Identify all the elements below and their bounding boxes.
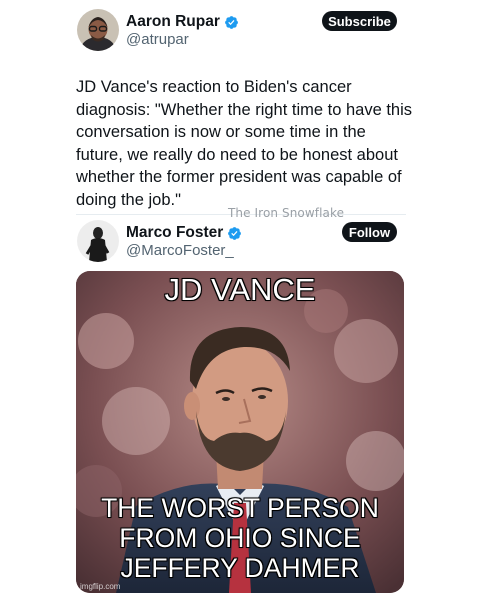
avatar-aaron-image [77, 9, 119, 51]
display-name[interactable]: Marco Foster [126, 224, 223, 242]
handle[interactable]: @atrupar [126, 31, 189, 48]
subscribe-button[interactable]: Subscribe [322, 11, 397, 31]
avatar[interactable] [77, 220, 119, 262]
watermark: The Iron Snowflake [228, 206, 345, 220]
follow-button[interactable]: Follow [342, 222, 397, 242]
avatar[interactable] [77, 9, 119, 51]
tweet-text: JD Vance's reaction to Biden's cancer di… [76, 78, 413, 209]
display-name[interactable]: Aaron Rupar [126, 13, 220, 31]
verified-badge-icon [224, 15, 238, 29]
meme-image[interactable]: JD VANCE THE WORST PERSON FROM OHIO SINC… [76, 271, 404, 593]
author-name-row: Marco Foster [126, 224, 242, 242]
meme-bottom-line: FROM OHIO SINCE [119, 522, 362, 553]
meme-bottom-line: JEFFERY DAHMER [120, 552, 360, 583]
meme-top-caption: JD VANCE [164, 272, 316, 307]
avatar-marco-image [77, 220, 119, 262]
handle[interactable]: @MarcoFoster_ [126, 242, 234, 259]
meme-bottom-caption: THE WORST PERSON FROM OHIO SINCE JEFFERY… [76, 492, 404, 583]
verified-badge-icon [228, 226, 242, 240]
author-name-row: Aaron Rupar [126, 13, 239, 31]
imgflip-watermark: imgflip.com [80, 582, 121, 591]
meme-bottom-line: THE WORST PERSON [100, 492, 379, 523]
